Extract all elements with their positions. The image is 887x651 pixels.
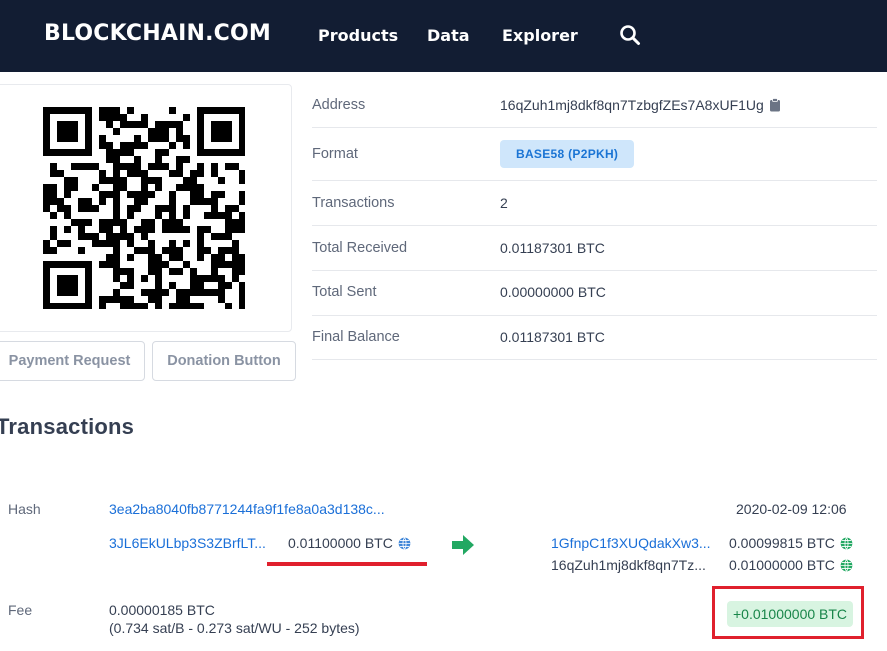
arrow-right-icon: [452, 535, 474, 555]
qr-code-card: [0, 84, 292, 332]
total-received-value: 0.01187301 BTC: [500, 240, 605, 256]
total-sent-label: Total Sent: [312, 284, 377, 300]
transactions-row: Transactions 2: [312, 181, 877, 226]
address-label: Address: [312, 97, 366, 113]
globe-icon[interactable]: [840, 559, 853, 572]
total-received-label: Total Received: [312, 240, 408, 256]
qr-code-image: [43, 107, 245, 309]
output-address-link-1[interactable]: 1GfnpC1f3XUQdakXw3...: [551, 535, 711, 551]
address-row: Address 16qZuh1mj8dkf8qn7TzbgfZEs7A8xUF1…: [312, 84, 877, 128]
address-value: 16qZuh1mj8dkf8qn7TzbgfZEs7A8xUF1Ug: [500, 97, 781, 113]
tx-result-badge: +0.01000000 BTC: [727, 601, 854, 627]
input-amount-highlight: [267, 562, 427, 566]
fee-detail: (0.734 sat/B - 0.273 sat/WU - 252 bytes): [109, 620, 360, 636]
total-sent-row: Total Sent 0.00000000 BTC: [312, 271, 877, 316]
hash-label: Hash: [8, 501, 41, 517]
address-text: 16qZuh1mj8dkf8qn7TzbgfZEs7A8xUF1Ug: [500, 97, 764, 113]
transactions-heading: Transactions: [0, 414, 135, 439]
input-amount-text: 0.01100000 BTC: [288, 535, 393, 551]
nav-explorer[interactable]: Explorer: [502, 26, 578, 45]
total-received-row: Total Received 0.01187301 BTC: [312, 226, 877, 271]
fee-label: Fee: [8, 602, 33, 618]
final-balance-label: Final Balance: [312, 329, 400, 345]
tx-timestamp: 2020-02-09 12:06: [736, 501, 847, 517]
transactions-label: Transactions: [312, 195, 395, 211]
top-navbar: BLOCKCHAIN.COM Products Data Explorer: [0, 0, 887, 72]
search-icon[interactable]: [619, 24, 641, 46]
blockchain-logo[interactable]: BLOCKCHAIN.COM: [44, 21, 271, 46]
tx-hash-link[interactable]: 3ea2ba8040fb8771244fa9f1fe8a0a3d138c...: [109, 501, 385, 517]
final-balance-row: Final Balance 0.01187301 BTC: [312, 316, 877, 360]
format-label: Format: [312, 146, 358, 162]
globe-icon[interactable]: [398, 537, 411, 550]
output-amount-1-text: 0.00099815 BTC: [729, 535, 835, 551]
format-badge: BASE58 (P2PKH): [500, 140, 635, 168]
output-amount-2: 0.01000000 BTC: [729, 557, 853, 573]
clipboard-icon[interactable]: [769, 98, 781, 112]
fee-value: 0.00000185 BTC: [109, 602, 215, 618]
nav-products[interactable]: Products: [318, 26, 398, 45]
total-sent-value: 0.00000000 BTC: [500, 284, 606, 300]
nav-data[interactable]: Data: [427, 26, 470, 45]
transactions-value: 2: [500, 195, 508, 211]
output-amount-2-text: 0.01000000 BTC: [729, 557, 835, 573]
format-row: Format BASE58 (P2PKH): [312, 128, 877, 181]
output-amount-1: 0.00099815 BTC: [729, 535, 853, 551]
globe-icon[interactable]: [840, 537, 853, 550]
output-address-2: 16qZuh1mj8dkf8qn7Tz...: [551, 557, 706, 573]
input-amount: 0.01100000 BTC: [288, 535, 411, 551]
input-address-link[interactable]: 3JL6EkULbp3S3ZBrfLT...: [109, 535, 266, 551]
payment-request-button[interactable]: Payment Request: [0, 341, 145, 381]
donation-button[interactable]: Donation Button: [152, 341, 296, 381]
final-balance-value: 0.01187301 BTC: [500, 329, 605, 345]
